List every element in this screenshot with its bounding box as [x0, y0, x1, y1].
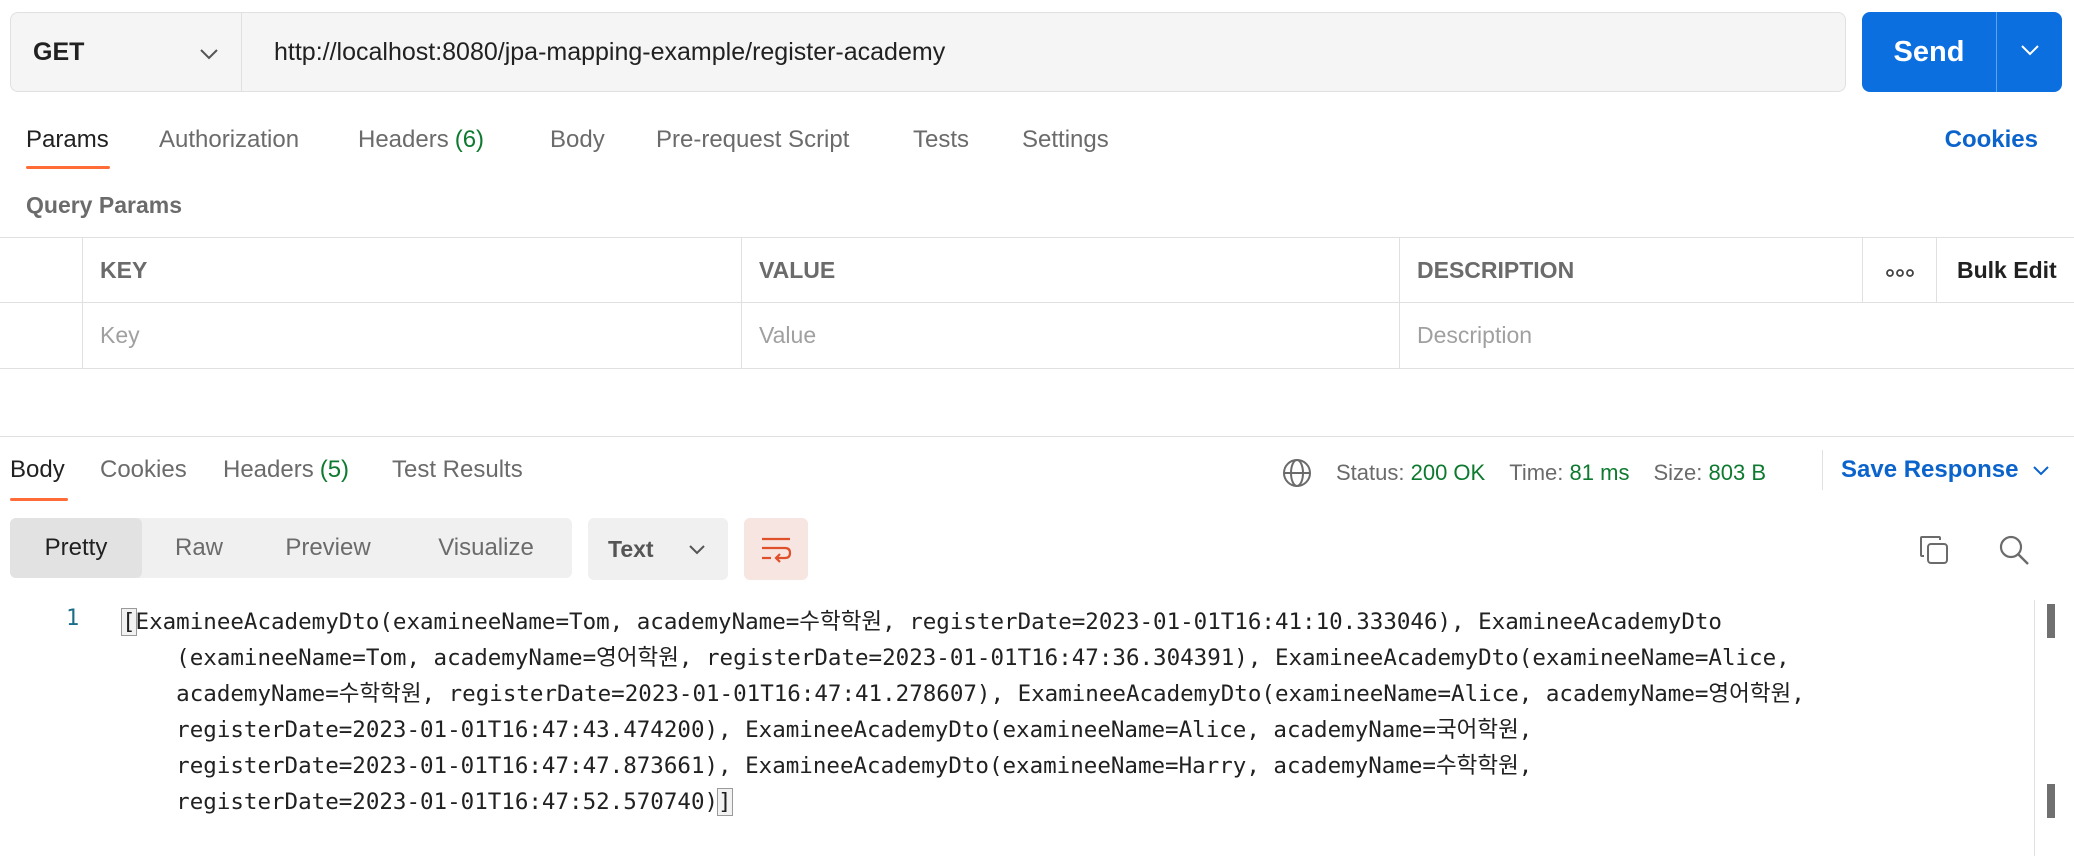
url-text: http://localhost:8080/jpa-mapping-exampl… [274, 37, 946, 66]
send-button[interactable]: Send [1862, 12, 1996, 92]
tab-body[interactable]: Body [550, 126, 605, 154]
tab-headers[interactable]: Headers (6) [358, 126, 484, 154]
time-label: Time: [1509, 460, 1564, 485]
column-header-value: VALUE [741, 238, 1399, 302]
scrollbar[interactable] [2034, 600, 2074, 856]
time-value[interactable]: 81 ms [1570, 460, 1630, 486]
view-mode-group: Pretty Raw Preview Visualize [10, 518, 572, 578]
search-button[interactable] [1994, 530, 2034, 570]
url-input[interactable]: http://localhost:8080/jpa-mapping-exampl… [242, 13, 1845, 91]
send-button-group: Send [1862, 12, 2062, 92]
response-tab-headers[interactable]: Headers (5) [223, 456, 349, 484]
code-line: registerDate=2023-01-01T16:47:43.474200)… [122, 717, 1533, 743]
table-header-row: KEY VALUE DESCRIPTION Bulk Edit [0, 238, 2074, 303]
checkbox-column-header [0, 238, 82, 302]
cookies-link[interactable]: Cookies [1945, 126, 2038, 154]
tab-settings[interactable]: Settings [1022, 126, 1109, 154]
search-icon [1998, 534, 2030, 566]
response-tab-headers-count: (5) [319, 456, 350, 483]
size-label: Size: [1653, 460, 1703, 485]
request-tabs: Params Authorization Headers (6) Body Pre… [0, 112, 2074, 172]
open-bracket: [ [121, 608, 137, 636]
more-horizontal-icon [1885, 257, 1914, 284]
tab-params[interactable]: Params [26, 126, 109, 154]
key-input[interactable]: Key [82, 303, 741, 368]
response-tab-headers-label: Headers [223, 456, 314, 483]
view-raw-button[interactable]: Raw [142, 518, 256, 578]
section-divider [0, 436, 2074, 437]
chevron-down-icon [688, 544, 706, 555]
chevron-down-icon [199, 38, 219, 67]
close-bracket: ] [717, 788, 733, 816]
bulk-edit-button[interactable]: Bulk Edit [1936, 238, 2074, 302]
copy-icon [1918, 534, 1950, 566]
response-tab-test-results[interactable]: Test Results [392, 456, 523, 484]
active-tab-indicator [10, 498, 68, 501]
scrollbar-marker [2047, 604, 2055, 638]
copy-button[interactable] [1914, 530, 1954, 570]
save-response-button[interactable]: Save Response [1841, 456, 2050, 484]
code-line: ExamineeAcademyDto(examineeName=Tom, aca… [135, 609, 1722, 635]
active-tab-indicator [26, 166, 110, 169]
response-meta: Status: 200 OK Time: 81 ms Size: 803 B [1282, 458, 1766, 488]
globe-icon[interactable] [1282, 458, 1312, 488]
column-header-description: DESCRIPTION [1399, 238, 1862, 302]
value-input[interactable]: Value [741, 303, 1399, 368]
more-options-button[interactable] [1862, 238, 1936, 302]
scrollbar-marker [2047, 784, 2055, 818]
format-select[interactable]: Text [588, 518, 728, 580]
query-params-table: KEY VALUE DESCRIPTION Bulk Edit Key Valu… [0, 237, 2074, 369]
tab-headers-count: (6) [454, 126, 485, 153]
code-line: registerDate=2023-01-01T16:47:52.570740) [122, 789, 719, 815]
line-number: 1 [66, 606, 80, 631]
response-body-editor[interactable]: 1 [ExamineeAcademyDto(examineeName=Tom, … [0, 600, 2034, 856]
code-line: (examineeName=Tom, academyName=영어학원, reg… [122, 645, 1790, 671]
code-line: academyName=수학학원, registerDate=2023-01-0… [122, 681, 1805, 707]
tab-headers-label: Headers [358, 126, 449, 153]
tab-authorization[interactable]: Authorization [159, 126, 299, 154]
view-visualize-button[interactable]: Visualize [400, 518, 572, 578]
response-tab-cookies[interactable]: Cookies [100, 456, 187, 484]
chevron-down-icon [2032, 465, 2050, 476]
row-checkbox-cell [0, 303, 82, 368]
status-value[interactable]: 200 OK [1411, 460, 1486, 486]
wrap-lines-icon [760, 535, 792, 563]
wrap-lines-button[interactable] [744, 518, 808, 580]
save-response-label: Save Response [1841, 456, 2019, 483]
query-params-title: Query Params [26, 192, 182, 218]
status-label: Status: [1336, 460, 1405, 485]
view-preview-button[interactable]: Preview [256, 518, 400, 578]
response-body-text[interactable]: [ExamineeAcademyDto(examineeName=Tom, ac… [121, 604, 2022, 820]
table-row: Key Value Description [0, 303, 2074, 368]
format-label: Text [608, 535, 654, 562]
request-bar: GET http://localhost:8080/jpa-mapping-ex… [10, 12, 1846, 92]
chevron-down-icon [2020, 43, 2040, 61]
size-value[interactable]: 803 B [1709, 460, 1767, 486]
code-line: registerDate=2023-01-01T16:47:47.873661)… [122, 753, 1533, 779]
response-tab-body[interactable]: Body [10, 456, 65, 484]
view-pretty-button[interactable]: Pretty [10, 518, 142, 578]
description-input[interactable]: Description [1399, 303, 2074, 368]
column-header-key: KEY [82, 238, 741, 302]
meta-separator [1822, 450, 1823, 490]
method-select[interactable]: GET [11, 13, 242, 91]
method-label: GET [33, 37, 85, 66]
send-options-button[interactable] [1996, 12, 2062, 92]
tab-pre-request-script[interactable]: Pre-request Script [656, 126, 849, 154]
tab-tests[interactable]: Tests [913, 126, 969, 154]
